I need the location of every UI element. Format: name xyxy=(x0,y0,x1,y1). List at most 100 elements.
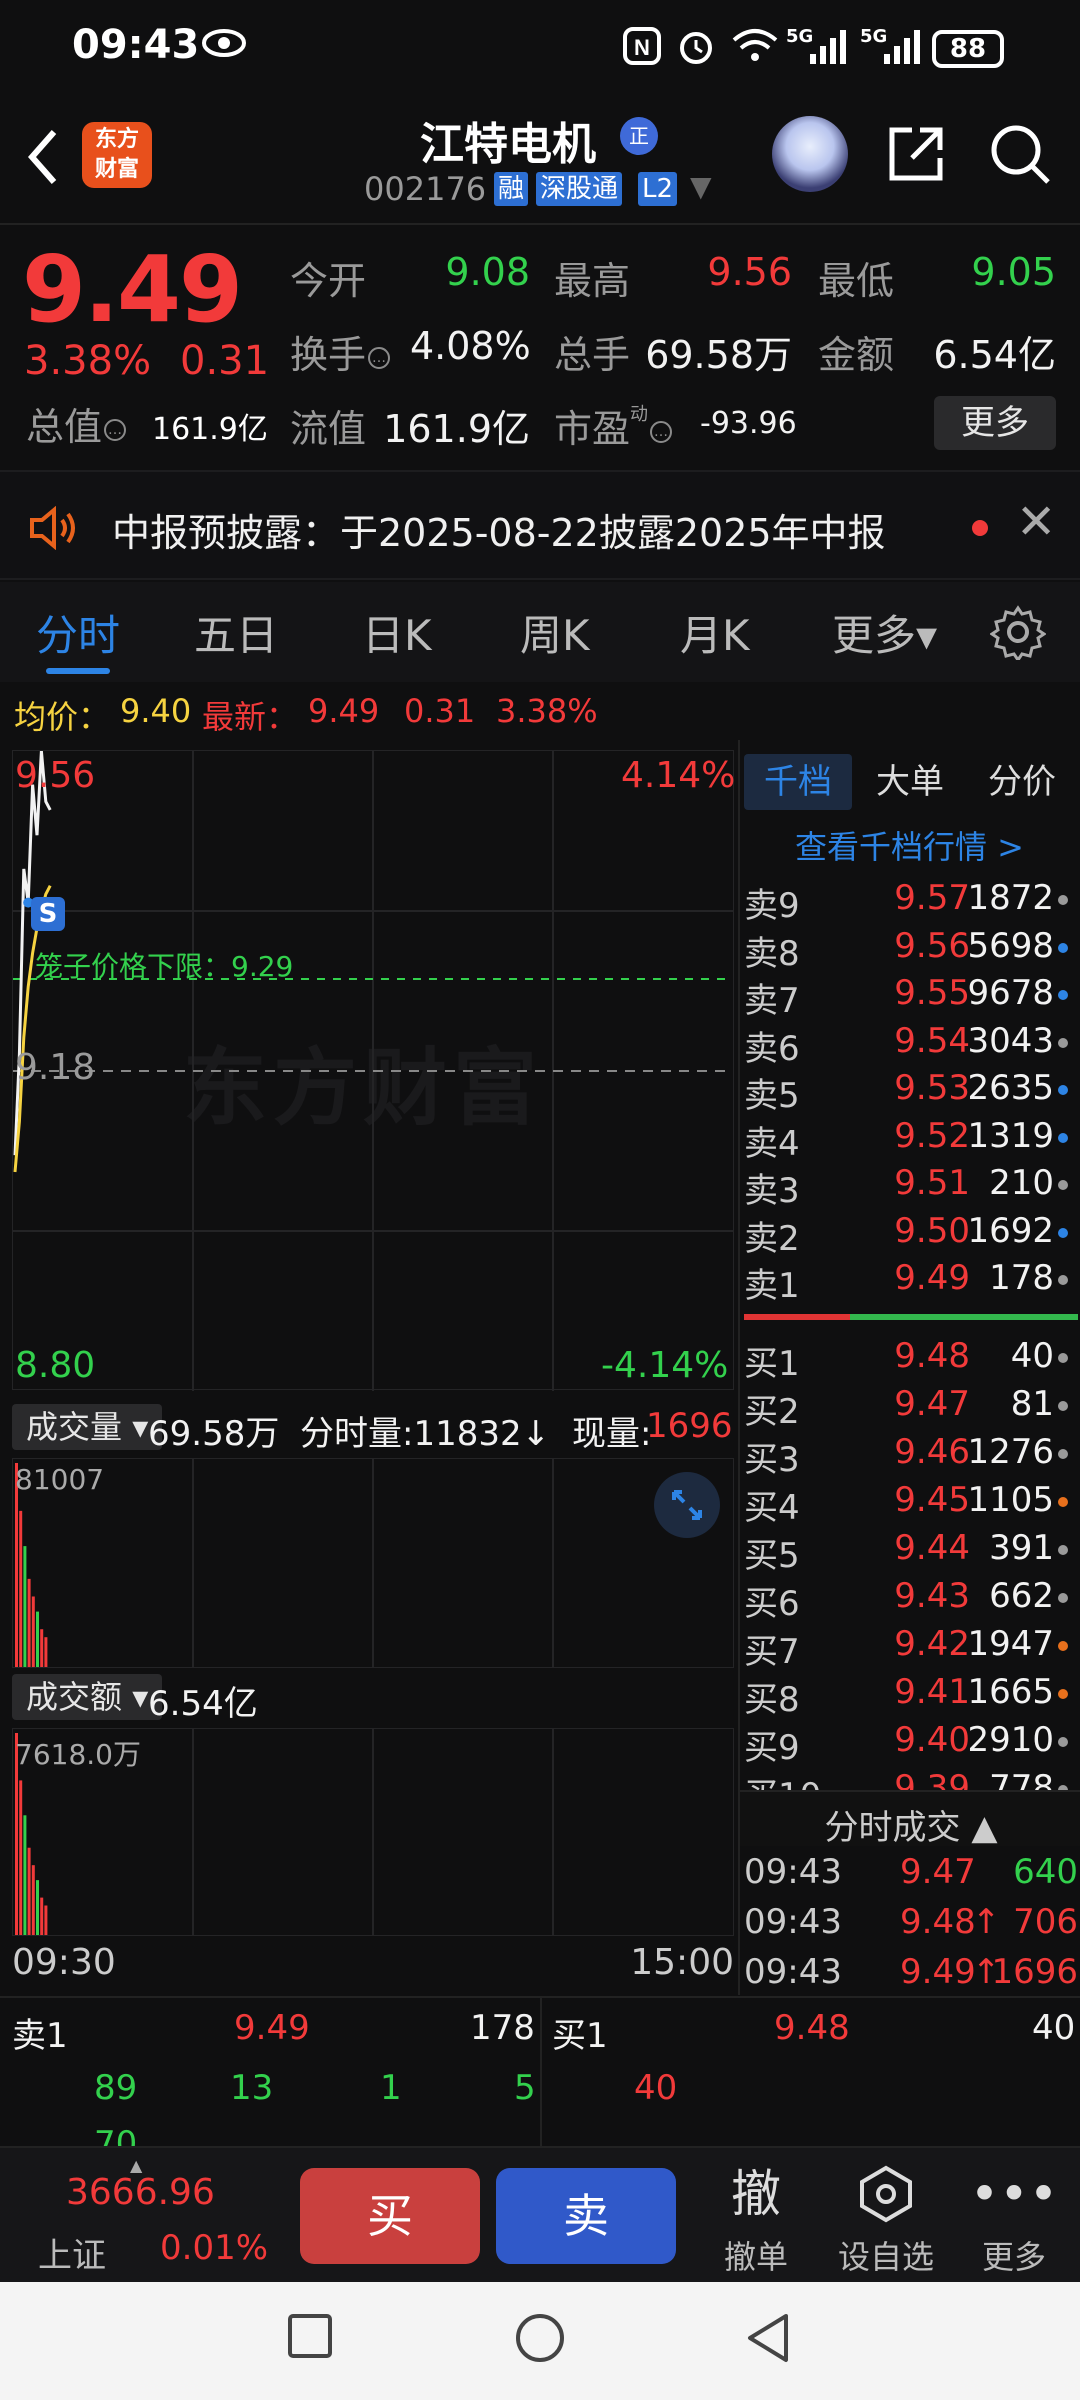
info-icon[interactable]: … xyxy=(368,347,391,369)
volume-chart[interactable]: 81007 xyxy=(12,1458,734,1668)
volume-bar xyxy=(31,1596,35,1667)
home-icon[interactable] xyxy=(514,2312,566,2368)
ask-queue-item: 1 xyxy=(380,2068,402,2108)
float-mv-label: 流值 xyxy=(290,407,367,451)
bid-volume: 778 xyxy=(989,1768,1054,1790)
amount-bar xyxy=(19,1780,23,1935)
ai-assistant-icon[interactable] xyxy=(772,116,848,192)
more-button[interactable]: 更多 xyxy=(934,396,1056,450)
volume-max-label: 81007 xyxy=(15,1463,105,1496)
cancel-order-button[interactable]: 撤 撤单 xyxy=(696,2156,816,2278)
info-icon[interactable]: … xyxy=(104,419,127,441)
amount-max-label: 7618.0万 xyxy=(15,1738,141,1771)
y-low-label: 8.80 xyxy=(15,1345,96,1386)
tab-monthly-k[interactable]: 月K xyxy=(680,602,750,663)
volume-value: 69.58万 xyxy=(645,333,792,377)
tick-time: 09:43 xyxy=(744,1902,842,1942)
tick-volume: 1696 xyxy=(991,1952,1078,1992)
tick-price: 9.48 xyxy=(900,1902,976,1942)
amount-total: 6.54亿 xyxy=(148,1684,258,1724)
status-bar: 09:43 N 5G 5G 88 xyxy=(0,0,1080,100)
volume-total: 69.58万 xyxy=(148,1414,280,1454)
more-icon: ••• xyxy=(969,2165,1059,2223)
speaker-icon xyxy=(28,505,80,554)
volume-indicator-dropdown[interactable]: 成交量 ▾ xyxy=(12,1404,163,1450)
volume-bar xyxy=(40,1629,44,1667)
bid-row[interactable]: 买6 9.43 662 xyxy=(740,1572,1080,1624)
sell-button[interactable]: 卖 xyxy=(496,2168,676,2264)
wifi-icon xyxy=(730,26,780,75)
stock-name: 江特电机 xyxy=(420,119,596,170)
signal-1-icon: 5G xyxy=(786,26,850,73)
recent-apps-icon[interactable] xyxy=(286,2312,334,2364)
search-icon[interactable] xyxy=(988,122,1052,190)
avg-label: 均价： xyxy=(14,698,111,736)
bid-row[interactable]: 买109.39778 xyxy=(740,1764,1080,1790)
price-chart[interactable]: 东方财富 9.56 4.14% 9.18 8.80 -4.14% 笼子价格下限：… xyxy=(12,750,735,1391)
index-name[interactable]: 上证 xyxy=(38,2228,106,2277)
tab-weekly-k[interactable]: 周K xyxy=(520,602,590,663)
high-label: 最高 xyxy=(554,259,631,303)
index-price[interactable]: 3666.96 xyxy=(66,2172,215,2213)
pe-value: -93.96 xyxy=(700,406,797,441)
bid-level-label: 买3 xyxy=(744,1440,800,1480)
add-watchlist-button[interactable]: 设自选 xyxy=(826,2156,946,2278)
volume-now-label: 现量: xyxy=(572,1414,652,1454)
bid-row[interactable]: 买9 9.40 2910 xyxy=(740,1716,1080,1768)
bid-flag-dot xyxy=(1058,1689,1068,1699)
back-icon[interactable] xyxy=(22,122,62,208)
l2-ask-vol: 178 xyxy=(470,2008,535,2048)
bid-row[interactable]: 买8 9.41 1665 xyxy=(740,1668,1080,1720)
bid-row[interactable]: 买3 9.46 1276 xyxy=(740,1428,1080,1480)
bid-row[interactable]: 买2 9.47 81 xyxy=(740,1380,1080,1432)
bid-flag-dot xyxy=(1058,1593,1068,1603)
bid-row[interactable]: 买4 9.45 1105 xyxy=(740,1476,1080,1528)
notice-unread-dot xyxy=(972,520,988,536)
bid-volume: 1947 xyxy=(967,1624,1054,1664)
open-label: 今开 xyxy=(290,259,367,303)
back-nav-icon[interactable] xyxy=(744,2312,792,2368)
battery-icon: 88 xyxy=(932,30,1004,68)
avg-value: 9.40 xyxy=(120,692,192,730)
bid-level-label: 买9 xyxy=(744,1728,800,1768)
hexagon-icon xyxy=(826,2156,946,2232)
quote-panel: 9.49 3.38% 0.31 总值… 161.9亿 今开 9.08 最高 9.… xyxy=(0,226,1080,466)
info-icon[interactable]: … xyxy=(650,421,673,443)
notice-banner[interactable]: 中报预披露：于2025-08-22披露2025年中报 ✕ xyxy=(0,470,1080,580)
sell-point-badge[interactable]: S xyxy=(31,897,65,931)
tab-daily-k[interactable]: 日K xyxy=(362,602,432,663)
price-cage-limit-label: 笼子价格下限：9.29 xyxy=(35,950,294,983)
l2-bid-price: 9.48 xyxy=(774,2008,850,2048)
alarm-icon xyxy=(676,26,716,75)
tab-intraday[interactable]: 分时 xyxy=(36,602,120,663)
nfc-icon: N xyxy=(622,26,662,75)
bid-flag-dot xyxy=(1058,1641,1068,1651)
amount-bar xyxy=(44,1905,48,1935)
l2-bid-label: 买1 xyxy=(552,2016,608,2056)
share-icon[interactable] xyxy=(884,122,948,190)
bid-row[interactable]: 买5 9.44 391 xyxy=(740,1524,1080,1576)
bid-level-label: 买4 xyxy=(744,1488,800,1528)
amount-chart[interactable]: 7618.0万 xyxy=(12,1728,734,1936)
buy-button[interactable]: 买 xyxy=(300,2168,480,2264)
expand-icon[interactable] xyxy=(654,1472,720,1538)
chevron-down-icon[interactable]: ▼ xyxy=(690,170,712,203)
bid-row[interactable]: 买1 9.48 40 xyxy=(740,1332,1080,1384)
bid-volume: 1276 xyxy=(967,1432,1054,1472)
cancel-order-icon: 撤 xyxy=(731,2165,781,2223)
more-actions-button[interactable]: ••• 更多 xyxy=(954,2156,1074,2278)
amount-indicator-dropdown[interactable]: 成交额 ▾ xyxy=(12,1674,163,1720)
tick-list-header[interactable]: 分时成交 ▲ xyxy=(740,1790,1080,1848)
close-icon[interactable]: ✕ xyxy=(1016,494,1056,550)
turnover-value: 4.08% xyxy=(410,324,531,368)
stock-header: 东方 财富 江特电机 正 002176 融 深股通 L2 ▼ xyxy=(0,100,1080,225)
notice-text: 中报预披露：于2025-08-22披露2025年中报 xyxy=(112,511,886,555)
bid-level-label: 买8 xyxy=(744,1680,800,1720)
gear-icon[interactable] xyxy=(989,604,1047,664)
tab-five-day[interactable]: 五日 xyxy=(194,602,278,663)
bid-row[interactable]: 买7 9.42 1947 xyxy=(740,1620,1080,1672)
bid-level-label: 买2 xyxy=(744,1392,800,1432)
bid-level-label: 买6 xyxy=(744,1584,800,1624)
tab-more[interactable]: 更多▾ xyxy=(832,602,937,663)
avg-price-row: 均价： 9.40 最新： 9.49 0.31 3.38% xyxy=(0,686,1080,736)
